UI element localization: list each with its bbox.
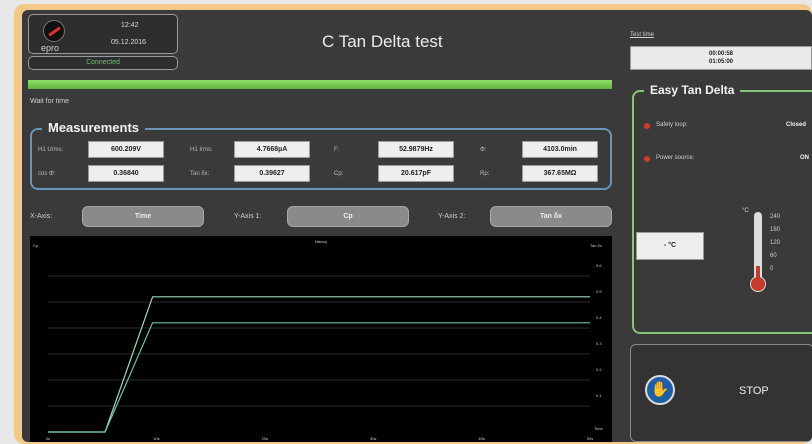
power-source-label: Power source: [656,155,695,161]
temp-scale-2: 120 [770,240,781,246]
measurements-panel: Measurements H1 Urms: 600.209V H1 Irms: … [30,120,612,190]
cosphi-label: cos Φ: [38,171,56,177]
power-source-value: ON [800,155,809,161]
test-time-box: 00:00:58 01:05:00 [630,46,812,70]
rp-label: Rp: [480,171,490,177]
temperature-value: - °C [636,232,704,260]
freq-value: 52.9879Hz [378,141,454,158]
status-message: Wait for time [30,98,70,105]
thermometer-icon: °C 240 180 120 60 0 [742,208,786,298]
cosphi-value: 0.36840 [88,165,164,182]
chart-x-tick: 40s [478,436,484,441]
elapsed-time: 00:00:58 [708,51,734,57]
safety-loop-label: Safety loop: [656,122,688,128]
stop-label: STOP [739,385,769,397]
tandelta-value: 0.39627 [234,165,310,182]
progress-bar [28,80,612,89]
irms-value: 4.7668µA [234,141,310,158]
chart-y2-tick: 0.1 [596,393,602,398]
chart-y2-tick: 0.2 [596,367,602,372]
temp-scale-0: 240 [770,214,781,220]
y-axis1-label: Y-Axis 1: [234,213,262,220]
chart-x-tick: 10s [153,436,159,441]
thermometer-mercury [756,266,760,280]
epro-logo-icon [43,20,65,42]
chart-y2-label: Tan δx [590,243,602,248]
chart-x-tick: 50s [587,436,593,441]
history-chart-svg: History Cp Tan δx Time 0s 10s 20s 30s 40s 50s 0.6 0… [33,239,604,441]
urms-label: H1 Urms: [38,147,64,153]
phi-value: 4103.0min [522,141,598,158]
tandelta-label: Tan δx: [190,171,210,177]
clock-date: 05.12.2016 [111,39,147,46]
phi-label: Φ: [480,147,487,153]
hand-stop-icon: ✋ [645,375,675,405]
page-title: C Tan Delta test [322,32,443,51]
header-info-box: epro 12:42 05.12.2016 [28,14,178,54]
chart-y2-tick: 0.3 [596,341,602,346]
temp-scale-3: 60 [770,253,777,259]
temp-scale-4: 0 [770,266,774,272]
cp-label: Cp: [334,171,344,177]
connection-status: Connected [28,56,178,70]
brand-name: epro [41,43,60,53]
easy-tan-delta-panel: Easy Tan Delta Safety loop: Closed Power… [632,83,812,334]
x-axis-label: X-Axis: [30,213,53,220]
y-axis1-select-button[interactable]: Cp [287,206,409,227]
clock-time: 12:42 [121,22,139,29]
y-axis2-select-button[interactable]: Tan δx [490,206,612,227]
app-screen: epro 12:42 05.12.2016 Connected C Tan De… [22,10,812,442]
chart-title: History [315,239,327,244]
chart-x-tick: 30s [370,436,376,441]
total-time: 01:05:00 [708,59,734,65]
power-source-indicator-icon [644,156,650,162]
chart-x-tick: 0s [46,436,50,441]
progress-fill [28,80,612,89]
chart-y2-tick: 0.6 [596,263,602,268]
temp-scale-1: 180 [770,227,781,233]
easy-tan-delta-title: Easy Tan Delta [644,83,741,97]
thermometer-unit: °C [742,208,749,214]
history-chart: History Cp Tan δx Time 0s 10s 20s 30s 40s 50s 0.6 0… [30,236,612,442]
chart-y1-label: Cp [33,243,39,248]
x-axis-select-button[interactable]: Time [82,206,204,227]
chart-series-line [48,296,590,433]
test-time-label: Test time [630,32,655,38]
cp-value: 20.617pF [378,165,454,182]
freq-label: F: [334,147,340,153]
urms-value: 600.209V [88,141,164,158]
rp-value: 367.65MΩ [522,165,598,182]
chart-x-tick: 20s [262,436,268,441]
chart-series-line [48,322,590,433]
safety-loop-value: Closed [786,122,807,128]
y-axis2-label: Y-Axis 2: [438,213,466,220]
stop-button[interactable]: ✋ STOP [630,344,812,442]
chart-x-label: Time [594,426,604,431]
safety-loop-indicator-icon [644,123,650,129]
chart-y2-tick: 0.4 [596,315,602,320]
measurements-title: Measurements [42,120,146,135]
irms-label: H1 Irms: [190,147,213,153]
chart-y2-tick: 0.5 [596,289,602,294]
